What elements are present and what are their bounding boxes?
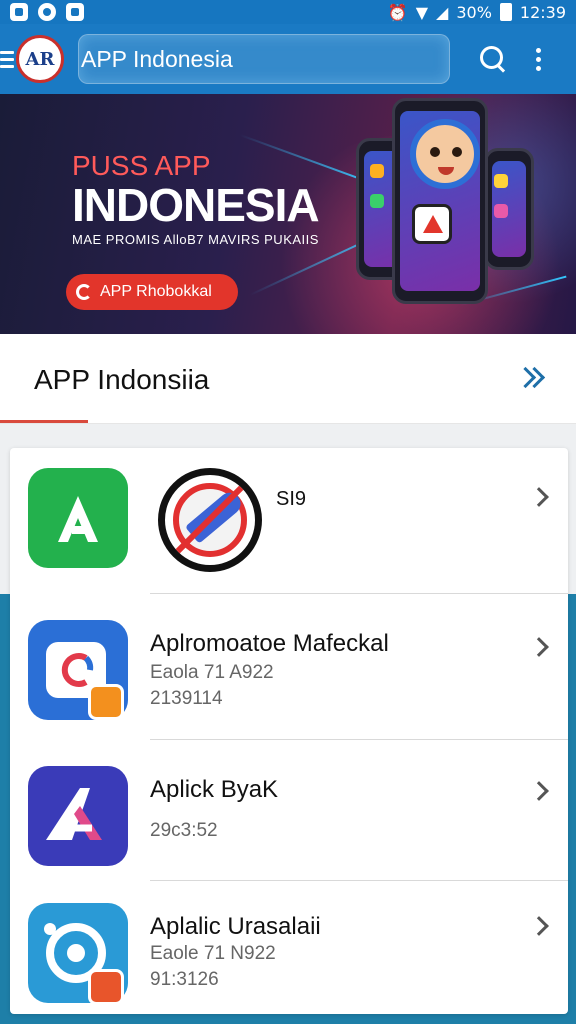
phone-graphic xyxy=(484,148,534,270)
list-item[interactable]: SI9 xyxy=(10,448,568,594)
app-meta: 2139114 xyxy=(150,688,223,709)
signal-icon: ◢ xyxy=(436,2,449,22)
app-logo: AR xyxy=(16,35,64,83)
app-icon-graphic xyxy=(370,164,384,178)
app-icon-graphic xyxy=(494,204,508,218)
app-meta: 29c3:52 xyxy=(150,820,218,841)
app-meta: 91:3126 xyxy=(150,969,219,990)
alarm-icon: ⏰ xyxy=(387,2,408,22)
list-item[interactable]: Aplick ByaK 29c3:52 xyxy=(10,740,568,880)
app-icon xyxy=(28,468,128,568)
app-title-field[interactable]: APP Indonesia xyxy=(78,34,450,84)
app-title: APP Indonesia xyxy=(81,45,233,72)
notification-icon xyxy=(10,3,28,21)
banner-tagline: MAE PROMIS AlloB7 MAVIRS PUKAIIS xyxy=(72,232,319,247)
wifi-icon: ▼ xyxy=(415,2,429,22)
app-title: Aplick ByaK xyxy=(150,776,279,803)
app-icon xyxy=(28,766,128,866)
app-meta: Eaole 71 N922 xyxy=(150,943,276,964)
banner-cta-label: APP Rhobokkal xyxy=(100,283,212,300)
section-title: APP Indonsiia xyxy=(34,364,210,395)
notification-icon xyxy=(38,3,56,21)
letter-a-icon xyxy=(46,788,102,840)
app-icon-graphic xyxy=(370,194,384,208)
prohibited-icon xyxy=(158,468,262,572)
app-logo-graphic xyxy=(412,204,452,244)
app-title: SI9 xyxy=(276,488,307,510)
notification-icons xyxy=(10,3,84,21)
app-title: Aplalic Urasalaii xyxy=(150,913,321,940)
promo-banner[interactable]: PUSS APP INDONESIA MAE PROMIS AlloB7 MAV… xyxy=(0,94,576,334)
badge-icon xyxy=(88,684,124,720)
banner-title: INDONESIA xyxy=(72,179,320,231)
app-bar: AR APP Indonesia xyxy=(0,24,576,94)
app-icon-graphic xyxy=(494,174,508,188)
system-icons: ⏰ ▼ ◢ 30% 12:39 xyxy=(388,3,566,22)
letter-a-icon xyxy=(58,496,98,542)
mascot-graphic xyxy=(410,119,480,189)
clock: 12:39 xyxy=(519,2,566,22)
chevron-right-icon[interactable] xyxy=(529,637,549,657)
more-options-icon[interactable] xyxy=(536,47,541,71)
battery-percent: 30% xyxy=(456,2,492,22)
hamburger-menu-icon[interactable] xyxy=(0,50,16,68)
chevron-right-icon[interactable] xyxy=(529,781,549,801)
app-title: Aplromoatoe Mafeckal xyxy=(150,630,389,657)
chevron-right-icon[interactable] xyxy=(529,916,549,936)
tab-indicator xyxy=(0,420,88,423)
list-item[interactable]: Aplalic Urasalaii Eaole 71 N922 91:3126 xyxy=(10,881,568,1014)
double-chevron-right-icon[interactable] xyxy=(516,364,546,394)
chevron-right-icon[interactable] xyxy=(529,487,549,507)
list-item[interactable]: Aplromoatoe Mafeckal Eaola 71 A922 21391… xyxy=(10,594,568,739)
app-list: SI9 Aplromoatoe Mafeckal Eaola 71 A922 2… xyxy=(10,448,568,1014)
banner-cta-button[interactable]: APP Rhobokkal xyxy=(66,274,238,310)
refresh-icon xyxy=(76,284,92,300)
app-meta: Eaola 71 A922 xyxy=(150,662,274,683)
notification-icon xyxy=(66,3,84,21)
section-header: APP Indonsiia xyxy=(0,334,576,424)
battery-icon xyxy=(499,3,512,21)
badge-icon xyxy=(88,969,124,1005)
search-icon[interactable] xyxy=(478,44,508,74)
status-bar: ⏰ ▼ ◢ 30% 12:39 xyxy=(0,0,576,24)
